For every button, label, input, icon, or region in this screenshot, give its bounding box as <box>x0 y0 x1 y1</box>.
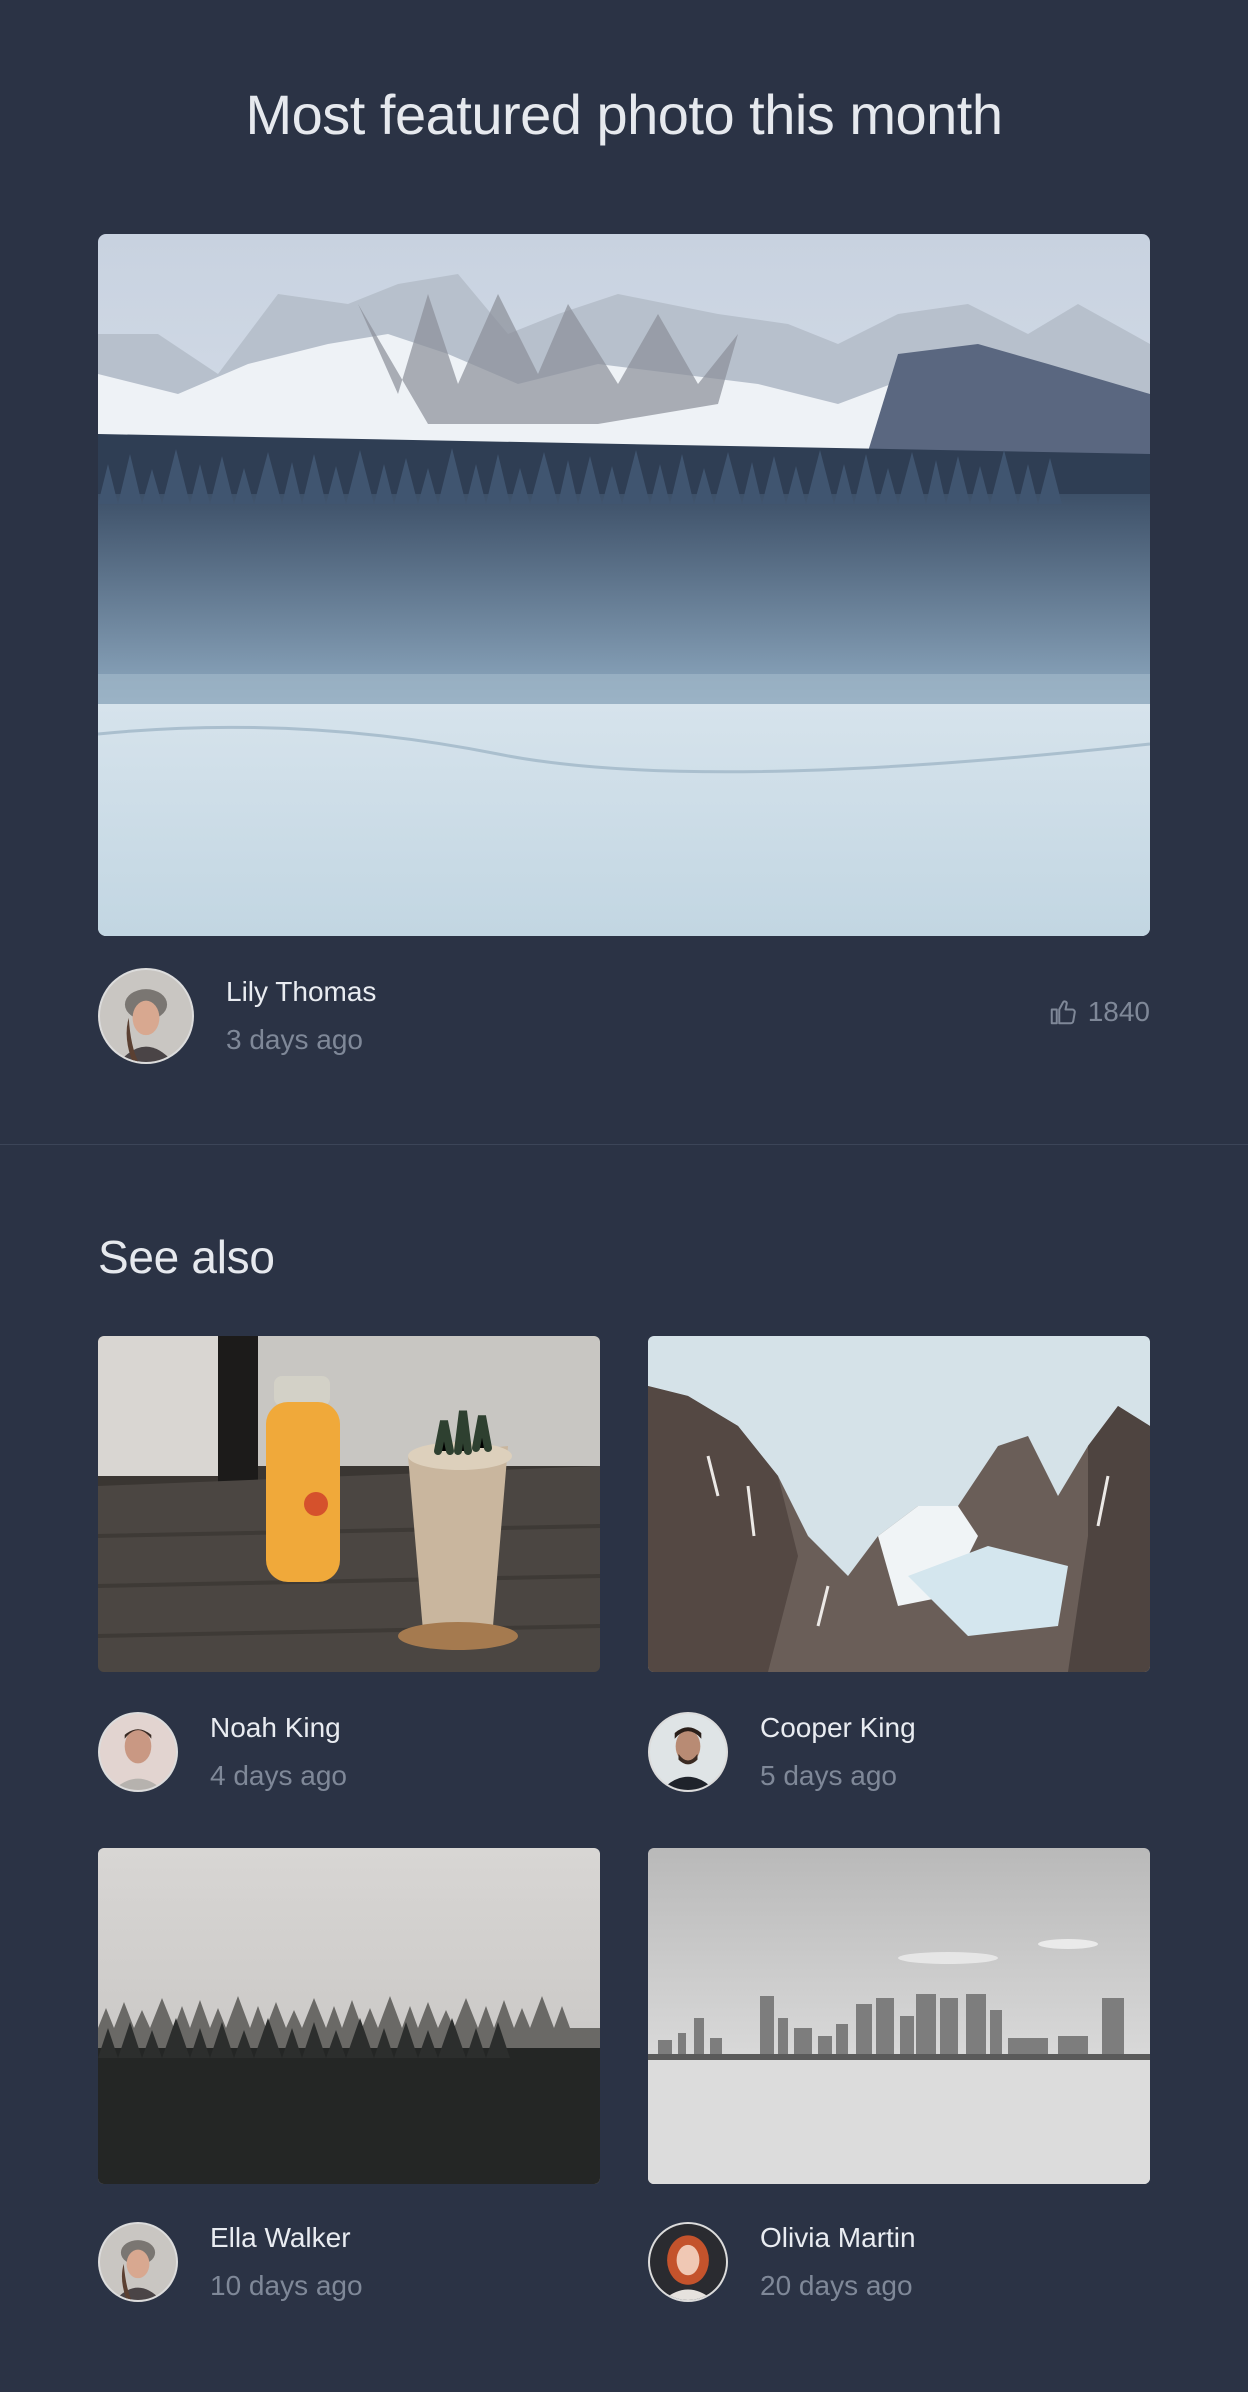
photo-card-4[interactable] <box>648 1848 1150 2184</box>
avatar-image <box>650 1714 726 1790</box>
photo-card-3[interactable] <box>98 1848 600 2184</box>
like-count: 1840 <box>1087 996 1150 1027</box>
featured-time: 3 days ago <box>226 1024 363 1055</box>
avatar-image <box>100 2224 176 2300</box>
city-skyline-image <box>648 1848 1150 2184</box>
juice-bottle-cactus-image <box>98 1336 600 1672</box>
section-divider <box>0 1144 1248 1145</box>
author-time-2: 5 days ago <box>760 1760 897 1791</box>
author-time-1: 4 days ago <box>210 1760 347 1791</box>
author-name-2[interactable]: Cooper King <box>760 1712 916 1744</box>
author-name-1[interactable]: Noah King <box>210 1712 341 1744</box>
avatar-image <box>650 2224 726 2300</box>
foggy-forest-image <box>98 1848 600 2184</box>
like-button[interactable]: 1840 <box>1048 996 1150 1028</box>
avatar-image <box>100 1714 176 1790</box>
author-time-4: 20 days ago <box>760 2270 913 2301</box>
author-time-3: 10 days ago <box>210 2270 363 2301</box>
author-avatar-2[interactable] <box>648 1712 728 1792</box>
author-avatar-1[interactable] <box>98 1712 178 1792</box>
author-name-3[interactable]: Ella Walker <box>210 2222 351 2254</box>
rocky-mountains-image <box>648 1336 1150 1672</box>
thumbs-up-icon <box>1050 1000 1076 1025</box>
avatar-image <box>100 970 192 1062</box>
photo-card-2[interactable] <box>648 1336 1150 1672</box>
author-avatar-3[interactable] <box>98 2222 178 2302</box>
see-also-title: See also <box>98 1231 275 1283</box>
featured-author-name[interactable]: Lily Thomas <box>226 976 376 1008</box>
snowy-mountain-forest-image <box>98 234 1150 936</box>
featured-photo[interactable] <box>98 234 1150 936</box>
featured-author-avatar[interactable] <box>98 968 194 1064</box>
featured-title: Most featured photo this month <box>245 83 1004 146</box>
photo-card-1[interactable] <box>98 1336 600 1672</box>
author-name-4[interactable]: Olivia Martin <box>760 2222 916 2254</box>
author-avatar-4[interactable] <box>648 2222 728 2302</box>
